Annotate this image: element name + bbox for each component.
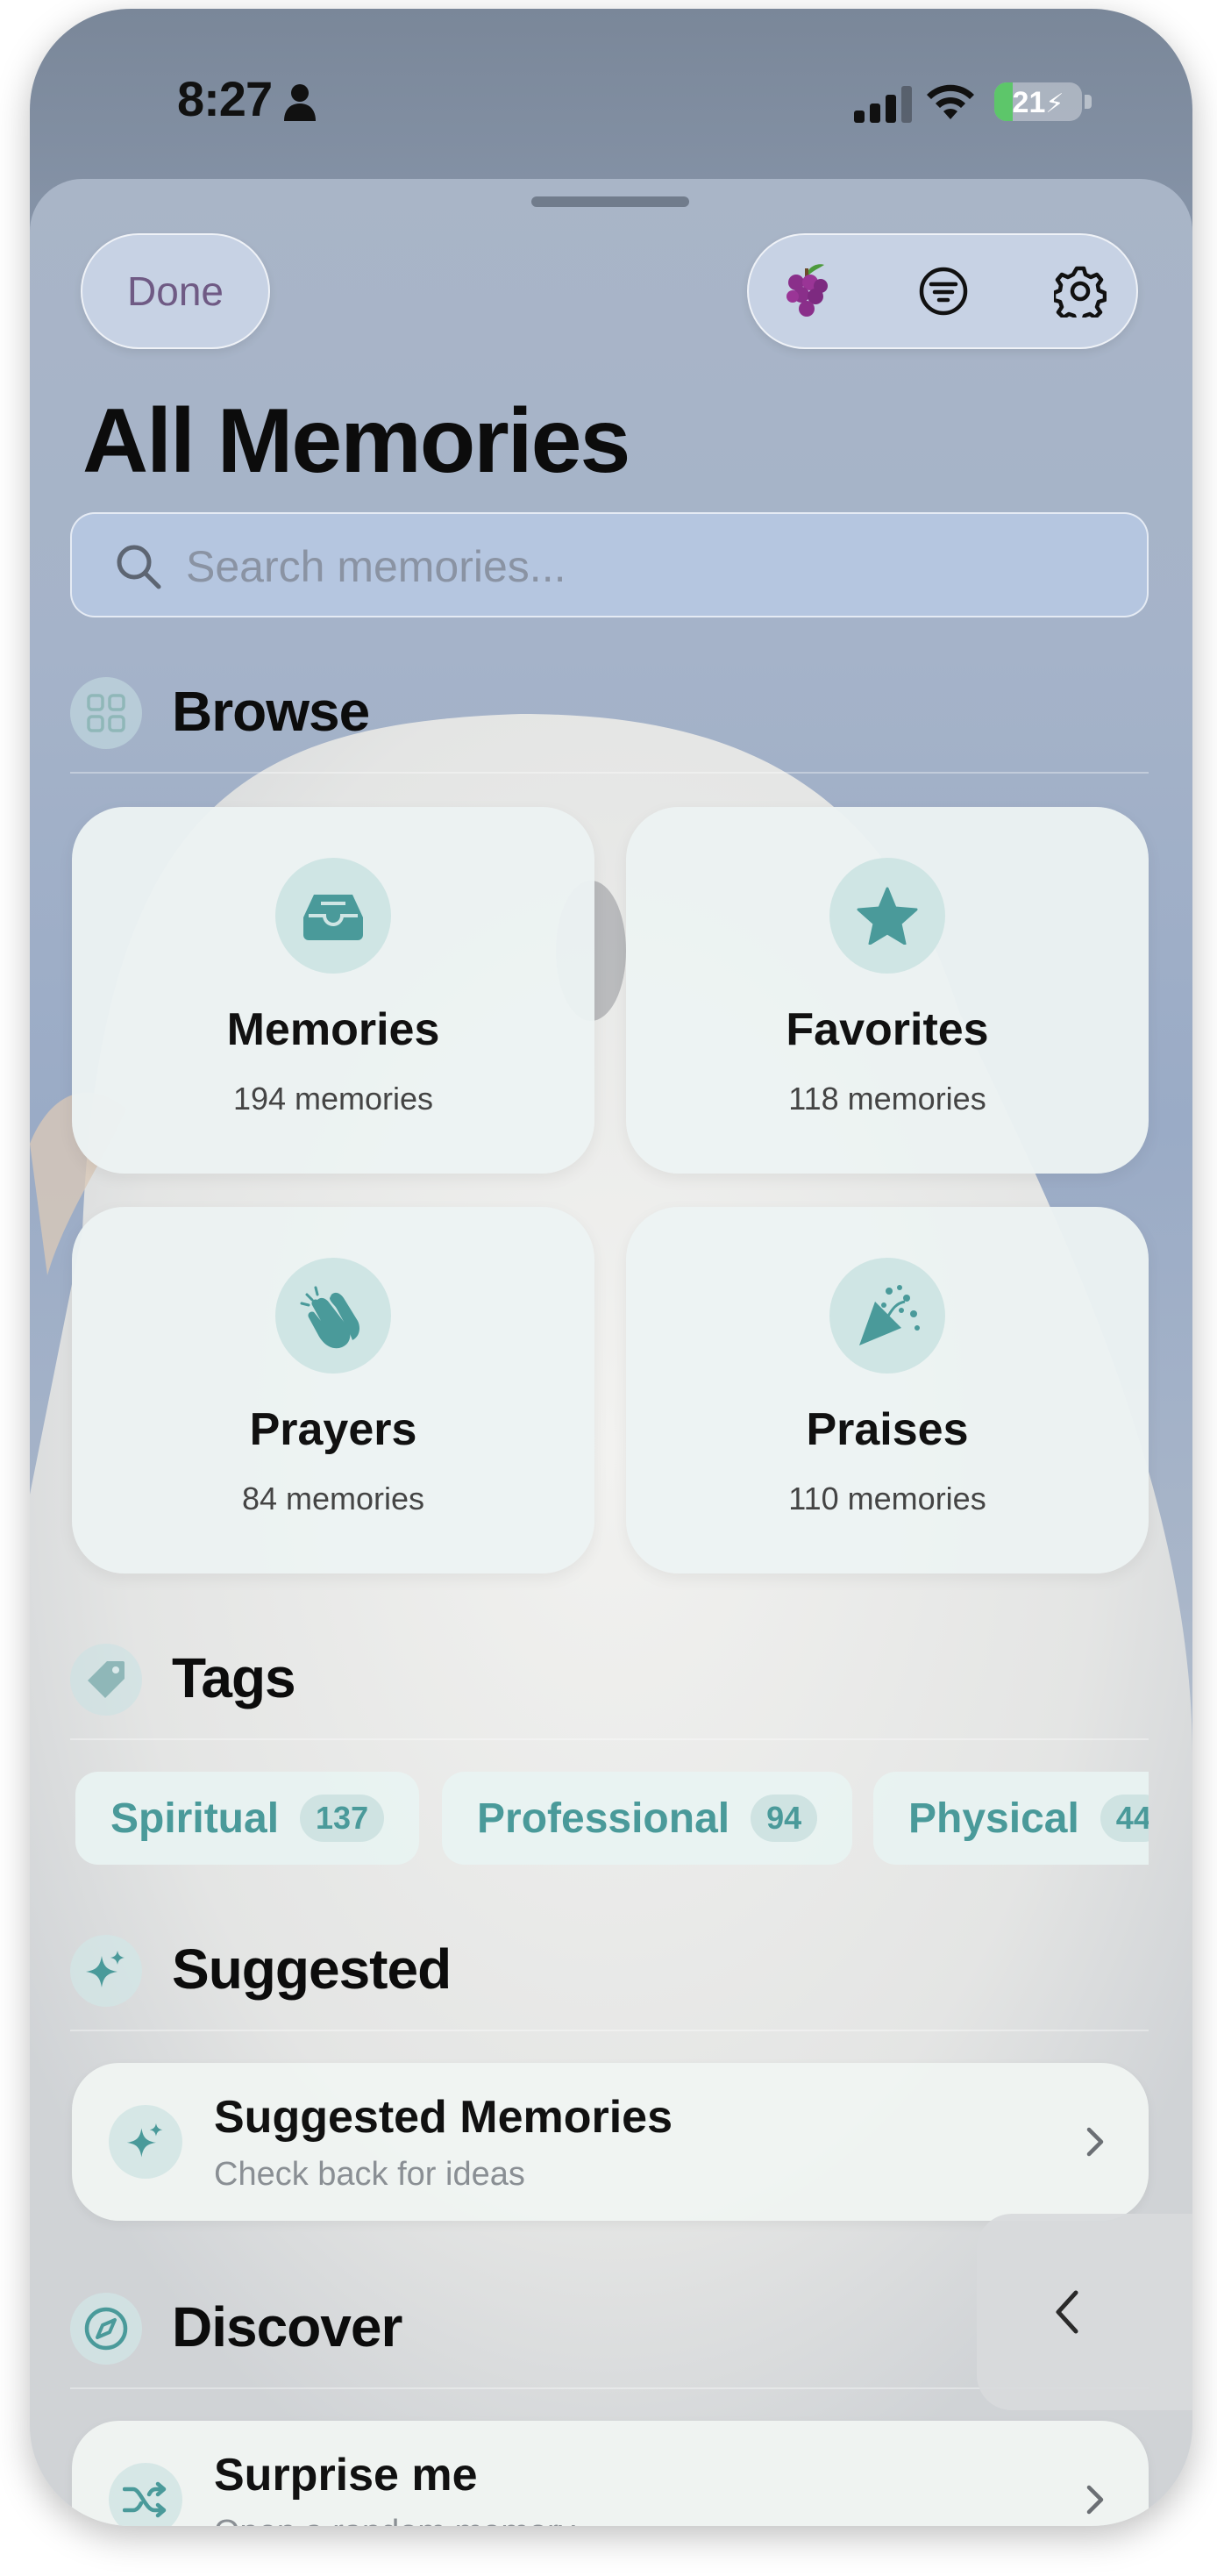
surprise-me-row[interactable]: Surprise me Open a random memory [72,2421,1149,2526]
compass-icon [84,2307,128,2351]
tray-icon [303,895,363,940]
section-divider [70,2030,1149,2031]
suggested-memories-row[interactable]: Suggested Memories Check back for ideas [72,2063,1149,2221]
card-count: 84 memories [241,1481,425,1516]
card-title: Memories [226,1004,440,1055]
done-button[interactable]: Done [81,233,270,349]
cellular-signal-icon [854,86,912,123]
filter-button[interactable] [910,258,977,325]
chevron-right-icon [1086,2127,1104,2157]
chevron-right-icon [1086,2485,1104,2515]
row-title: Surprise me [214,2450,478,2501]
star-icon [857,887,918,945]
tags-row: Spiritual 137 Professional 94 Physical 4… [75,1772,1149,1868]
tag-count: 137 [300,1795,385,1842]
section-icon-wrap [70,2293,142,2365]
sparkles-icon [86,1951,125,1987]
battery-cap [1085,95,1092,109]
sheet-grabber[interactable] [531,196,689,207]
card-icon-wrap [275,858,391,974]
tag-label: Spiritual [110,1795,280,1842]
card-title: Praises [806,1404,969,1455]
suggested-title: Suggested [172,1937,452,2001]
tags-title: Tags [172,1646,296,1709]
grapes-icon [786,264,828,317]
shuffle-icon [123,2481,167,2518]
gear-icon [1054,266,1107,318]
browse-card-favorites[interactable]: Favorites 118 memories [626,807,1149,1174]
browse-card-praises[interactable]: Praises 110 memories [626,1207,1149,1573]
search-bar[interactable] [70,512,1149,617]
card-icon-wrap [275,1258,391,1374]
card-title: Prayers [249,1404,417,1455]
section-divider [70,772,1149,774]
tag-label: Physical [908,1795,1079,1842]
settings-button[interactable] [1047,258,1114,325]
discover-title: Discover [172,2295,402,2358]
all-memories-sheet: Done All Memories Search memories... Bro… [30,179,1192,2526]
row-icon-wrap [109,2463,182,2526]
row-title: Suggested Memories [214,2092,673,2143]
search-icon [117,545,161,589]
status-bar: 8:27 21⚡ [30,9,1192,184]
tag-count: 94 [751,1795,818,1842]
row-icon-wrap [109,2105,182,2179]
browse-section-header: Browse [70,670,1149,754]
card-icon-wrap [829,858,945,974]
person-icon [284,84,316,121]
tag-chip-physical[interactable]: Physical 44 [873,1772,1149,1865]
party-popper-icon [859,1285,920,1345]
phone-screen: 8:27 21⚡ Done All Memories Search memori… [30,9,1192,2526]
browse-card-memories[interactable]: Memories 194 memories [72,807,594,1174]
tag-chip-spiritual[interactable]: Spiritual 137 [75,1772,420,1865]
card-count: 194 memories [232,1081,434,1117]
battery-percent: 21⚡ [1012,86,1064,119]
sparkles-icon [126,2123,163,2158]
status-time: 8:27 [177,71,273,126]
wifi-icon [927,84,974,119]
tag-icon [88,1661,125,1698]
header-toolbar [747,233,1138,349]
chevron-left-icon [1056,2290,1078,2334]
grapes-button[interactable] [773,258,840,325]
battery-indicator: 21⚡ [994,82,1082,121]
card-count: 110 memories [788,1481,986,1516]
row-subtitle: Check back for ideas [214,2156,525,2193]
browse-title: Browse [172,680,370,743]
section-icon-wrap [70,1644,142,1716]
card-icon-wrap [829,1258,945,1374]
praying-hands-icon [300,1286,359,1349]
section-icon-wrap [70,677,142,749]
search-input[interactable] [186,533,1115,600]
tag-label: Professional [477,1795,730,1842]
side-back-tab[interactable] [977,2214,1192,2410]
tags-section-header: Tags [70,1637,1149,1721]
card-title: Favorites [786,1004,989,1055]
suggested-section-header: Suggested [70,1928,1149,2012]
browse-card-prayers[interactable]: Prayers 84 memories [72,1207,594,1573]
card-count: 118 memories [788,1081,986,1117]
tag-chip-professional[interactable]: Professional 94 [442,1772,853,1865]
tag-count: 44 [1100,1795,1149,1842]
page-title: All Memories [82,390,630,492]
filter-icon [919,267,968,316]
grid-icon [87,694,125,732]
section-divider [70,1738,1149,1740]
section-icon-wrap [70,1935,142,2007]
row-subtitle: Open a random memory [214,2514,575,2526]
